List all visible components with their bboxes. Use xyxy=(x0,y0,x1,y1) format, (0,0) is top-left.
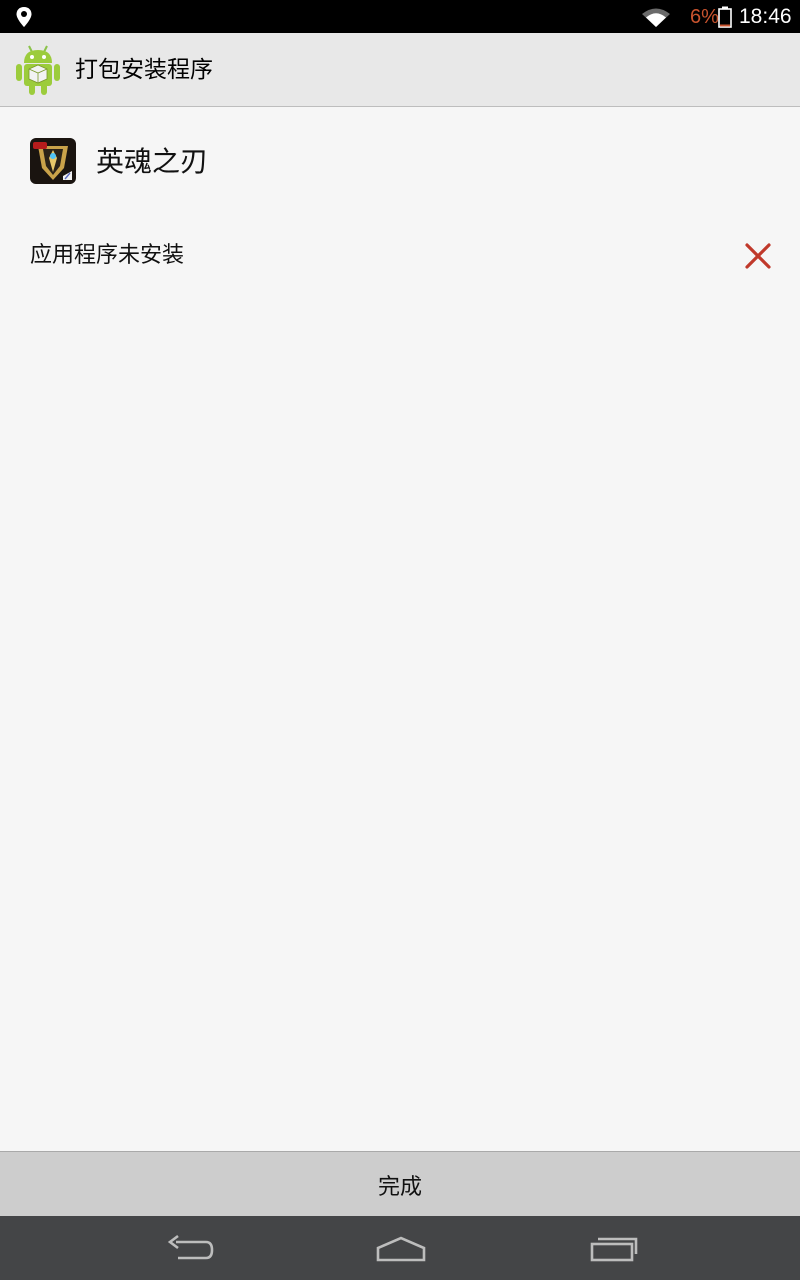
app-info-row: 英魂之刃 xyxy=(0,108,800,218)
home-icon[interactable] xyxy=(374,1230,428,1266)
app-name: 英魂之刃 xyxy=(96,145,209,178)
wifi-icon xyxy=(642,8,670,27)
clock: 18:46 xyxy=(739,5,792,28)
status-bar: 6% 18:46 xyxy=(0,0,800,33)
footer-bar: 完成 xyxy=(0,1151,800,1216)
navigation-bar xyxy=(0,1216,800,1280)
game-app-icon xyxy=(30,138,76,184)
install-status-message: 应用程序未安装 xyxy=(30,243,185,268)
install-status-row: 应用程序未安装 xyxy=(0,228,800,284)
recent-apps-icon[interactable] xyxy=(588,1230,640,1266)
battery-percent: 6% xyxy=(690,6,719,28)
back-icon[interactable] xyxy=(164,1230,216,1266)
battery-icon xyxy=(718,6,732,28)
android-package-icon[interactable] xyxy=(14,43,62,97)
location-icon xyxy=(16,7,32,27)
close-icon xyxy=(745,243,771,269)
action-bar: 打包安装程序 xyxy=(0,33,800,107)
page-title: 打包安装程序 xyxy=(75,57,213,83)
done-button[interactable]: 完成 xyxy=(0,1152,800,1217)
